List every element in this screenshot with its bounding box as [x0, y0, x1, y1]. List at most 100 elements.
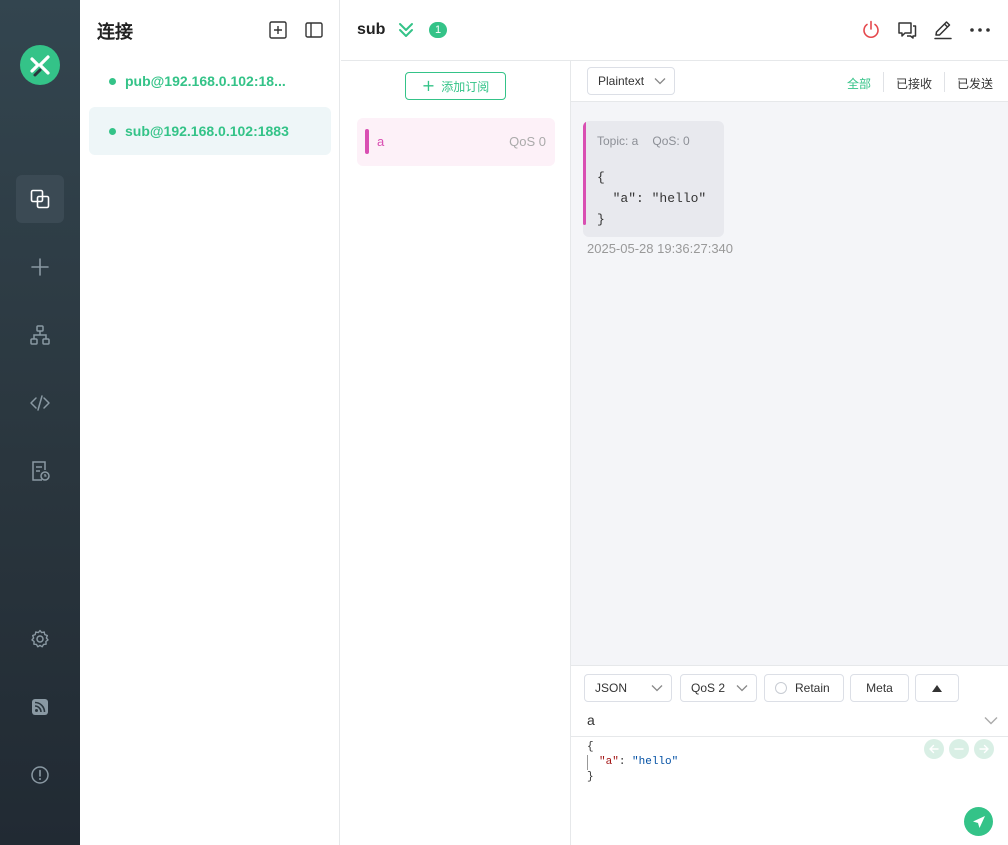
- arrow-right-icon: [979, 744, 989, 754]
- divider: [571, 736, 1008, 737]
- app-logo: [20, 45, 60, 85]
- connections-panel: 连接 pub@192.168.0.102:18... sub@192.168.0…: [80, 0, 340, 845]
- meta-label: Meta: [866, 681, 893, 695]
- publish-topic-input[interactable]: a: [587, 712, 595, 728]
- collapse-button[interactable]: [397, 20, 415, 45]
- message-qos: QoS: 0: [652, 134, 690, 148]
- payload-colon: :: [618, 756, 633, 768]
- connection-title: sub: [357, 21, 386, 38]
- connection-item-sub[interactable]: sub@192.168.0.102:1883: [89, 107, 331, 155]
- nav-new-connection-button[interactable]: [16, 243, 64, 291]
- logo-icon: [30, 55, 50, 77]
- message-timestamp: 2025-05-28 19:36:27:340: [587, 241, 734, 256]
- connections-header: 连接: [80, 0, 340, 60]
- subscription-qos: QoS 0: [509, 134, 546, 149]
- retain-radio: [775, 682, 787, 694]
- message-topic: Topic: a: [597, 134, 639, 148]
- rss-icon: [32, 699, 48, 715]
- expand-button[interactable]: [915, 674, 959, 702]
- publish-qos-value: QoS 2: [691, 681, 726, 695]
- arrow-left-icon: [929, 744, 939, 754]
- filter-received-tab[interactable]: 已接收: [896, 75, 932, 92]
- nav-about-button[interactable]: [16, 751, 64, 799]
- power-icon: [863, 20, 879, 38]
- subscription-item[interactable]: a QoS 0: [357, 118, 555, 166]
- retain-label: Retain: [795, 681, 830, 695]
- connection-status-dot: [109, 127, 116, 135]
- mqttx-window: 连接 pub@192.168.0.102:18... sub@192.168.0…: [0, 0, 1008, 845]
- nav-feed-button[interactable]: [16, 683, 64, 731]
- payload-open-brace: {: [587, 741, 594, 753]
- nav-log-button[interactable]: [16, 447, 64, 495]
- publish-payload-editor[interactable]: { "a": "hello" }: [587, 740, 678, 785]
- payload-close-brace: }: [587, 771, 594, 783]
- connection-status-dot: [109, 77, 116, 85]
- payload-value: "hello": [632, 756, 679, 768]
- send-button[interactable]: [964, 807, 993, 836]
- nav-rail: [0, 0, 80, 845]
- nav-topology-button[interactable]: [16, 311, 64, 359]
- sidebar-icon: [305, 22, 323, 38]
- chevron-down-icon: [651, 685, 663, 692]
- history-clear-button[interactable]: [949, 739, 969, 759]
- chevron-down-icon[interactable]: [984, 716, 998, 725]
- toggle-sidebar-button[interactable]: [304, 20, 324, 40]
- messages-toolbar: Plaintext 全部 已接收 已发送: [571, 61, 1008, 102]
- payload-line: "a": "hello": [587, 755, 678, 770]
- message-count-badge: 1: [429, 22, 447, 38]
- disconnect-button[interactable]: [859, 18, 883, 42]
- connection-topbar: sub 1: [341, 0, 1008, 61]
- more-dots-icon: [970, 28, 990, 32]
- pencil-icon: [934, 21, 952, 40]
- connection-label: sub@192.168.0.102:1883: [125, 123, 289, 139]
- edit-connection-button[interactable]: [931, 18, 955, 42]
- retain-toggle[interactable]: Retain: [764, 674, 844, 702]
- nav-connections-button[interactable]: [16, 175, 64, 223]
- plus-icon: [31, 258, 49, 276]
- connection-label: pub@192.168.0.102:18...: [125, 73, 286, 89]
- message-bubble[interactable]: Topic: a QoS: 0 { "a": "hello" }: [583, 121, 724, 237]
- topic-color-bar: [583, 121, 586, 225]
- divider: [883, 72, 884, 92]
- messages-panel: Plaintext 全部 已接收 已发送 Topic: a QoS: 0 { "a…: [571, 61, 1008, 665]
- chat-windows-icon: [898, 22, 917, 39]
- nav-settings-button[interactable]: [16, 615, 64, 663]
- meta-button[interactable]: Meta: [850, 674, 909, 702]
- divider: [944, 72, 945, 92]
- history-next-button[interactable]: [974, 739, 994, 759]
- gear-icon: [31, 629, 49, 648]
- history-prev-button[interactable]: [924, 739, 944, 759]
- add-subscription-label: 添加订阅: [441, 79, 490, 94]
- connections-icon: [30, 189, 50, 209]
- info-icon: [31, 766, 49, 784]
- filter-sent-tab[interactable]: 已发送: [957, 75, 993, 92]
- subscription-topic: a: [377, 134, 385, 149]
- more-button[interactable]: [968, 18, 992, 42]
- chevron-down-icon: [654, 78, 666, 85]
- plus-square-icon: [269, 21, 287, 39]
- code-icon: [30, 395, 50, 411]
- new-window-button[interactable]: [895, 18, 919, 42]
- publish-format-value: JSON: [595, 681, 628, 695]
- add-subscription-button[interactable]: + 添加订阅: [405, 72, 506, 100]
- payload-key: "a": [599, 756, 619, 768]
- minus-icon: [954, 748, 964, 750]
- message-payload: { "a": "hello" }: [597, 170, 707, 227]
- sitemap-icon: [30, 325, 50, 345]
- filter-all-tab[interactable]: 全部: [847, 75, 871, 92]
- format-value: Plaintext: [598, 74, 645, 88]
- new-group-button[interactable]: [268, 20, 288, 40]
- plus-icon: +: [421, 76, 436, 95]
- connection-item-pub[interactable]: pub@192.168.0.102:18...: [89, 57, 331, 105]
- payload-format-select[interactable]: Plaintext: [587, 67, 675, 95]
- log-icon: [32, 461, 50, 481]
- chevron-down-icon: [736, 685, 748, 692]
- nav-script-button[interactable]: [16, 379, 64, 427]
- publish-qos-select[interactable]: QoS 2: [680, 674, 757, 702]
- subscriptions-panel: + 添加订阅 a QoS 0: [341, 61, 571, 845]
- caret-up-icon: [932, 685, 942, 692]
- double-chevron-down-icon: [399, 23, 413, 37]
- topic-color-bar: [365, 129, 369, 154]
- publish-panel: JSON QoS 2 Retain Meta a {"a": "hello" …: [571, 665, 1008, 845]
- publish-format-select[interactable]: JSON: [584, 674, 672, 702]
